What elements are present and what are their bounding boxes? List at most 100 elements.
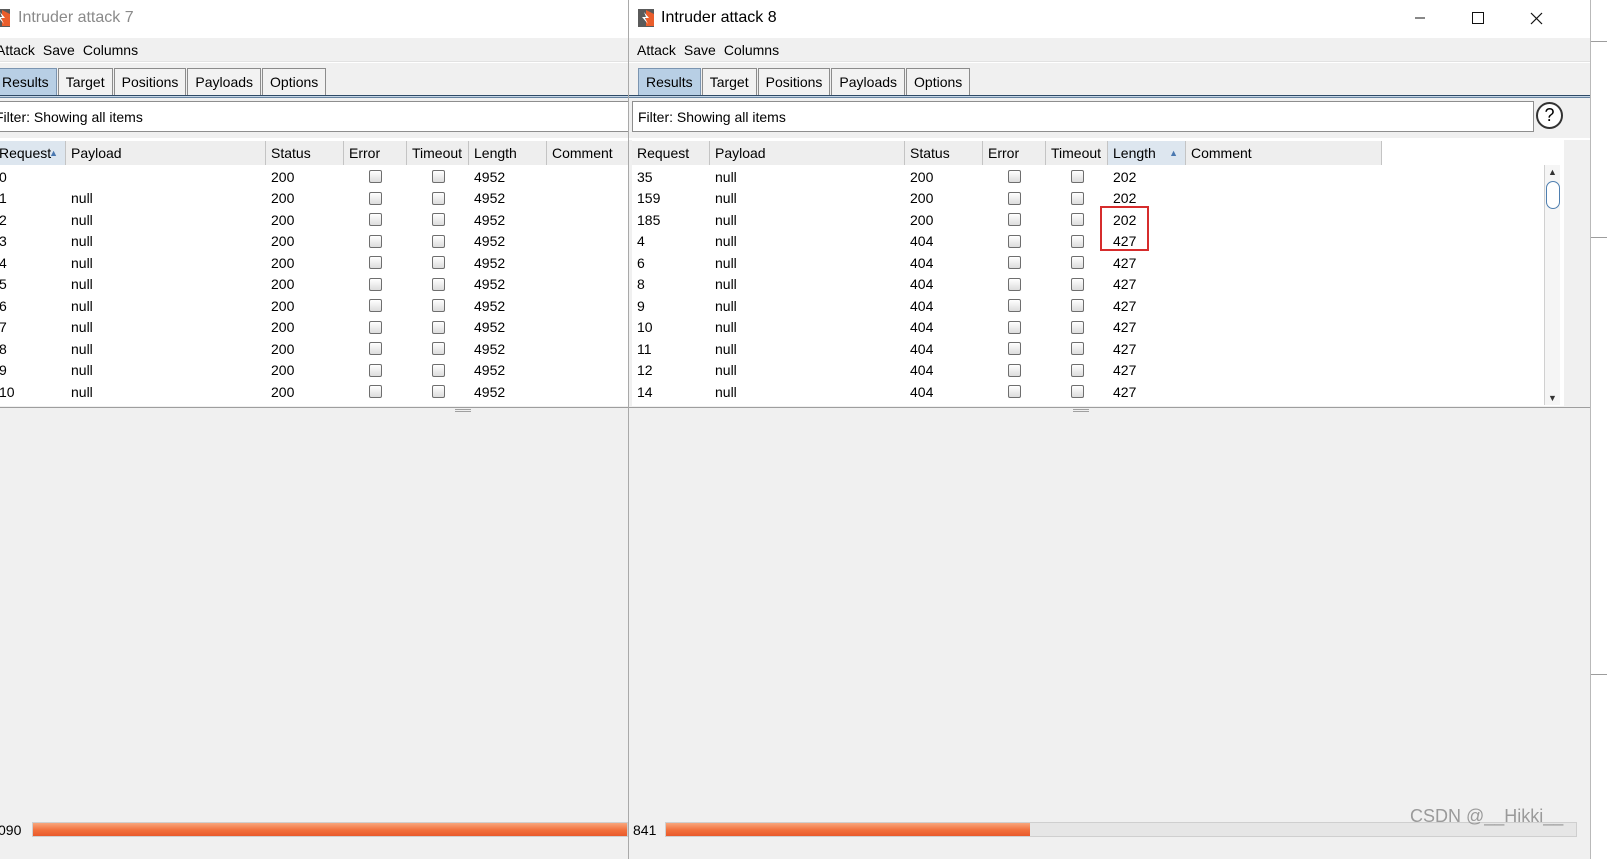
table-row[interactable]: 9 null 404 427	[632, 295, 1382, 317]
cell-payload: null	[715, 340, 737, 357]
table-row[interactable]: 8 null 200 4952	[0, 338, 628, 360]
error-checkbox	[1008, 385, 1021, 399]
table-row[interactable]: 185 null 200 202	[632, 209, 1382, 231]
col-comment[interactable]: Comment	[547, 141, 628, 165]
cell-payload: null	[715, 362, 737, 379]
cell-payload: null	[71, 319, 93, 336]
menu-save[interactable]: Save	[684, 42, 716, 58]
table-row[interactable]: 11 null 404 427	[632, 338, 1382, 360]
table-row[interactable]: 6 null 404 427	[632, 252, 1382, 274]
tab-target[interactable]: Target	[57, 68, 113, 95]
cell-error	[344, 317, 407, 339]
table-row[interactable]: 8 null 404 427	[632, 274, 1382, 296]
cell-request: 4	[637, 233, 645, 250]
cell-status: 404	[910, 319, 934, 336]
tab-target[interactable]: Target	[701, 68, 757, 95]
table-row[interactable]: 9 null 200 4952	[0, 360, 628, 382]
tab-options[interactable]: Options	[906, 68, 971, 95]
cell-request: 8	[637, 276, 645, 293]
tab-bar: Results Target Positions Payloads Option…	[629, 63, 1590, 95]
cell-payload: null	[71, 211, 93, 228]
menu-attack[interactable]: Attack	[637, 42, 676, 58]
table-row[interactable]: 4 null 404 427	[632, 231, 1382, 253]
col-request[interactable]: Request	[632, 141, 710, 165]
title-bar[interactable]: Intruder attack 7	[0, 0, 628, 36]
tab-options[interactable]: Options	[262, 68, 327, 95]
col-error[interactable]: Error	[344, 141, 407, 165]
col-timeout[interactable]: Timeout	[1046, 141, 1108, 165]
scroll-up-icon[interactable]: ▲	[1545, 165, 1560, 179]
error-checkbox	[369, 385, 382, 399]
cell-request: 6	[0, 297, 7, 314]
menu-attack[interactable]: Attack	[0, 42, 35, 58]
filter-bar[interactable]: Filter: Showing all items	[0, 101, 628, 132]
title-bar[interactable]: Intruder attack 8	[629, 0, 1590, 36]
table-row[interactable]: 12 null 404 427	[632, 360, 1382, 382]
tab-payloads[interactable]: Payloads	[831, 68, 906, 95]
cell-request: 0	[0, 168, 7, 185]
close-icon[interactable]	[1507, 0, 1565, 36]
cell-comment	[547, 274, 628, 296]
cell-payload: null	[71, 233, 93, 250]
col-payload[interactable]: Payload	[710, 141, 905, 165]
cell-payload: null	[715, 297, 737, 314]
cell-length: 4952	[474, 233, 506, 250]
cell-comment	[1186, 252, 1382, 274]
cell-timeout	[1046, 166, 1108, 188]
col-length[interactable]: Length	[469, 141, 547, 165]
tab-positions[interactable]: Positions	[113, 68, 187, 95]
scroll-down-icon[interactable]: ▼	[1545, 391, 1560, 405]
menu-columns[interactable]: Columns	[83, 42, 138, 58]
table-row[interactable]: 35 null 200 202	[632, 166, 1382, 188]
filter-bar[interactable]: Filter: Showing all items	[632, 101, 1534, 132]
cell-request: 10	[637, 319, 653, 336]
table-row[interactable]: 1 null 200 4952	[0, 188, 628, 210]
vertical-scrollbar[interactable]: ▲ ▼	[1544, 165, 1560, 405]
maximize-icon[interactable]	[1449, 0, 1507, 36]
table-row[interactable]: 5 null 200 4952	[0, 274, 628, 296]
table-row[interactable]: 159 null 200 202	[632, 188, 1382, 210]
results-table[interactable]: Request Payload Status Error Timeout Len…	[632, 140, 1564, 406]
table-row[interactable]: 3 null 200 4952	[0, 231, 628, 253]
cell-error	[344, 231, 407, 253]
minimize-icon[interactable]	[1391, 0, 1449, 36]
cell-request: 11	[637, 340, 652, 357]
col-comment[interactable]: Comment	[1186, 141, 1382, 165]
table-row[interactable]: 14 null 404 427	[632, 381, 1382, 403]
table-row[interactable]: 7 null 200 4952	[0, 317, 628, 339]
tab-payloads[interactable]: Payloads	[187, 68, 262, 95]
split-grip[interactable]	[455, 409, 471, 412]
menu-columns[interactable]: Columns	[724, 42, 779, 58]
table-row[interactable]: 10 null 200 4952	[0, 381, 628, 403]
split-grip[interactable]	[1073, 409, 1089, 412]
cell-comment	[1186, 231, 1382, 253]
col-length[interactable]: Length ▲	[1108, 141, 1186, 165]
table-row[interactable]: 10 null 404 427	[632, 317, 1382, 339]
timeout-checkbox	[1070, 191, 1084, 205]
col-timeout[interactable]: Timeout	[407, 141, 469, 165]
table-row[interactable]: 0 200 4952	[0, 166, 628, 188]
col-request[interactable]: Request ▲	[0, 141, 66, 165]
help-icon[interactable]: ?	[1536, 102, 1563, 129]
tab-results[interactable]: Results	[638, 68, 701, 95]
table-row[interactable]: 4 null 200 4952	[0, 252, 628, 274]
cell-status: 404	[910, 233, 934, 250]
col-payload[interactable]: Payload	[66, 141, 266, 165]
timeout-checkbox	[431, 320, 445, 334]
col-status[interactable]: Status	[266, 141, 344, 165]
menu-save[interactable]: Save	[43, 42, 75, 58]
cell-length: 427	[1113, 340, 1137, 357]
timeout-checkbox	[1070, 363, 1084, 377]
cell-timeout	[407, 381, 469, 403]
error-checkbox	[1008, 320, 1021, 334]
col-status[interactable]: Status	[905, 141, 983, 165]
error-checkbox	[369, 213, 382, 227]
cell-comment	[547, 188, 628, 210]
table-row[interactable]: 2 null 200 4952	[0, 209, 628, 231]
results-table[interactable]: Request ▲ Payload Status Error Timeout Le…	[0, 140, 628, 406]
table-row[interactable]: 6 null 200 4952	[0, 295, 628, 317]
col-error[interactable]: Error	[983, 141, 1046, 165]
tab-results[interactable]: Results	[0, 68, 57, 95]
tab-positions[interactable]: Positions	[757, 68, 831, 95]
scroll-thumb[interactable]	[1546, 181, 1560, 209]
